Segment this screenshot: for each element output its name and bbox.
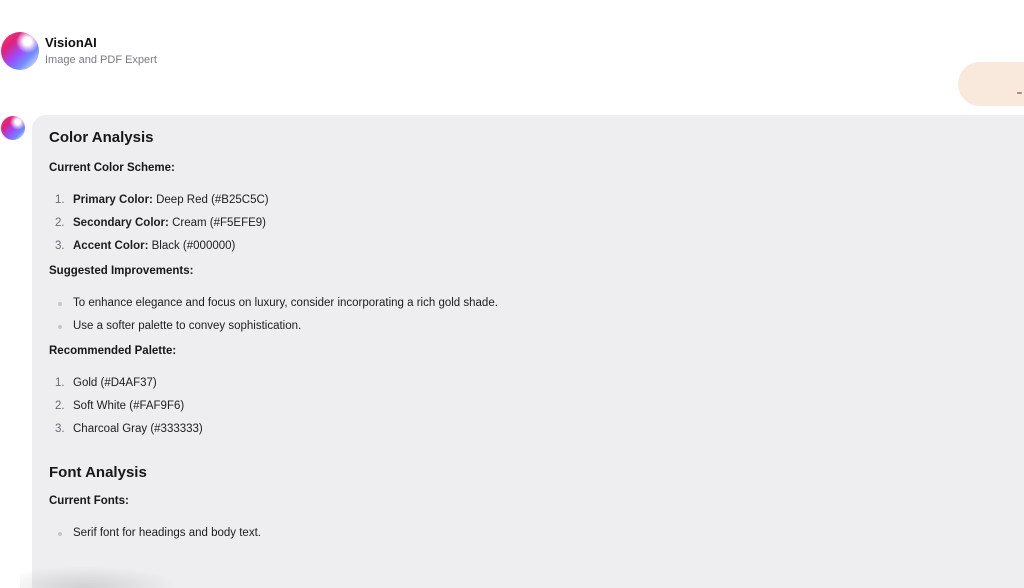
- list-number: 2.: [55, 400, 65, 412]
- list-item: Use a softer palette to convey sophistic…: [49, 318, 1009, 341]
- list-item-value: Cream (#F5EFE9): [172, 217, 266, 229]
- current-color-scheme-label: Current Color Scheme:: [49, 162, 175, 174]
- assistant-avatar-icon: [1, 116, 25, 140]
- list-item-key: Primary Color:: [73, 194, 153, 206]
- list-item: 1. Primary Color: Deep Red (#B25C5C): [49, 192, 1009, 215]
- list-item: 2. Secondary Color: Cream (#F5EFE9): [49, 215, 1009, 238]
- list-item-value: Gold (#D4AF37): [73, 377, 157, 389]
- list-item: Serif font for headings and body text.: [49, 525, 1009, 548]
- list-item-value: Soft White (#FAF9F6): [73, 400, 185, 412]
- color-analysis-heading: Color Analysis: [49, 129, 154, 146]
- suggested-improvements-list: To enhance elegance and focus on luxury,…: [49, 295, 1009, 341]
- visionai-avatar-icon[interactable]: [1, 32, 39, 70]
- bullet-icon: [58, 302, 62, 306]
- current-fonts-list: Serif font for headings and body text.: [49, 525, 1009, 548]
- font-analysis-heading: Font Analysis: [49, 464, 147, 481]
- current-fonts-label: Current Fonts:: [49, 495, 129, 507]
- list-item-value: Black (#000000): [151, 240, 236, 252]
- scroll-shadow: [20, 566, 180, 588]
- bullet-icon: [58, 325, 62, 329]
- list-number: 1.: [55, 377, 65, 389]
- list-item: 2. Soft White (#FAF9F6): [49, 398, 1009, 421]
- user-message-bubble: [958, 62, 1024, 106]
- list-item-text: Use a softer palette to convey sophistic…: [73, 320, 302, 332]
- app-subtitle: Image and PDF Expert: [45, 54, 157, 66]
- recommended-palette-label: Recommended Palette:: [49, 345, 177, 357]
- current-color-list: 1. Primary Color: Deep Red (#B25C5C) 2. …: [49, 192, 1009, 261]
- header-text: VisionAI Image and PDF Expert: [45, 34, 157, 68]
- list-item: 3. Accent Color: Black (#000000): [49, 238, 1009, 261]
- list-item-text: To enhance elegance and focus on luxury,…: [73, 297, 498, 309]
- list-item-value: Deep Red (#B25C5C): [156, 194, 269, 206]
- list-number: 3.: [55, 240, 65, 252]
- list-item-value: Charcoal Gray (#333333): [73, 423, 203, 435]
- list-number: 2.: [55, 217, 65, 229]
- recommended-palette-list: 1. Gold (#D4AF37) 2. Soft White (#FAF9F6…: [49, 375, 1009, 444]
- chat-header: VisionAI Image and PDF Expert: [0, 30, 157, 72]
- list-item-text: Serif font for headings and body text.: [73, 527, 261, 539]
- user-message-fragment: [1017, 92, 1022, 94]
- list-item: To enhance elegance and focus on luxury,…: [49, 295, 1009, 318]
- assistant-message-content: Color Analysis Current Color Scheme: 1. …: [49, 128, 1009, 548]
- list-item-key: Accent Color:: [73, 240, 149, 252]
- list-number: 1.: [55, 194, 65, 206]
- list-number: 3.: [55, 423, 65, 435]
- list-item-key: Secondary Color:: [73, 217, 169, 229]
- bullet-icon: [58, 532, 62, 536]
- list-item: 1. Gold (#D4AF37): [49, 375, 1009, 398]
- suggested-improvements-label: Suggested Improvements:: [49, 265, 194, 277]
- app-name: VisionAI: [45, 35, 97, 50]
- list-item: 3. Charcoal Gray (#333333): [49, 421, 1009, 444]
- chat-page: VisionAI Image and PDF Expert Color Anal…: [0, 0, 1024, 588]
